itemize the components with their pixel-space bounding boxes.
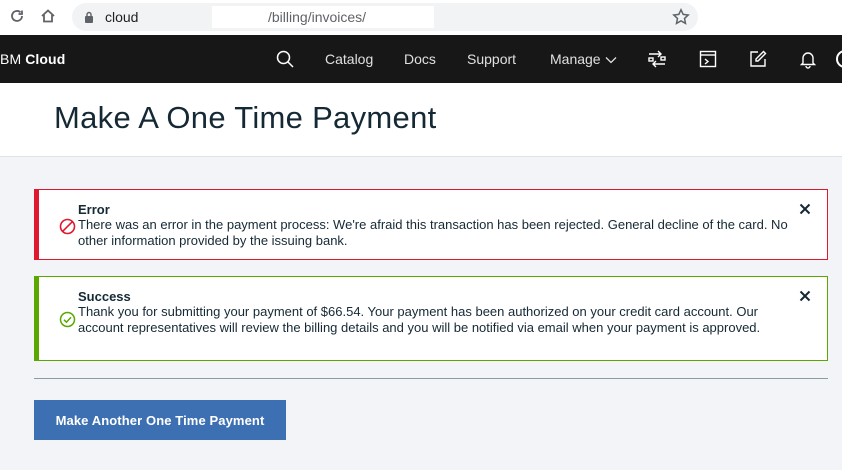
reload-icon[interactable] <box>6 5 28 27</box>
url-host: cloud <box>105 9 139 25</box>
brand-prefix: BM <box>0 51 26 67</box>
nav-support[interactable]: Support <box>467 51 516 67</box>
lock-icon <box>85 11 93 23</box>
error-circle-icon <box>59 218 76 235</box>
brand-logo[interactable]: BM Cloud <box>0 51 65 67</box>
url-path: /billing/invoices/ <box>268 9 367 25</box>
avatar-partial[interactable] <box>836 50 842 68</box>
error-notification: Error There was an error in the payment … <box>34 189 828 260</box>
switch-account-icon[interactable] <box>647 49 667 69</box>
brand-name: Cloud <box>25 51 66 67</box>
success-notification: Success Thank you for submitting your pa… <box>34 276 828 361</box>
terminal-icon[interactable] <box>698 49 718 69</box>
star-icon[interactable] <box>672 8 690 26</box>
chevron-down-icon <box>605 57 617 64</box>
close-icon[interactable] <box>799 290 811 302</box>
page-header: Make A One Time Payment <box>0 83 842 157</box>
app-header: BM Cloud Catalog Docs Support Manage <box>0 35 842 83</box>
success-title: Success <box>78 289 131 304</box>
nav-catalog[interactable]: Catalog <box>325 51 373 67</box>
home-icon[interactable] <box>37 5 59 27</box>
page-title: Make A One Time Payment <box>54 100 437 135</box>
edit-icon[interactable] <box>748 49 768 69</box>
checkmark-circle-icon <box>59 311 76 328</box>
error-title: Error <box>78 202 110 217</box>
close-icon[interactable] <box>799 203 811 215</box>
section-divider <box>34 378 828 379</box>
address-bar[interactable]: cloud /billing/invoices/ <box>72 3 698 31</box>
search-icon[interactable] <box>275 49 295 69</box>
notification-bell-icon[interactable] <box>798 49 818 69</box>
error-message: There was an error in the payment proces… <box>78 217 788 248</box>
nav-docs[interactable]: Docs <box>404 51 436 67</box>
success-message: Thank you for submitting your payment of… <box>78 304 761 335</box>
make-another-payment-button[interactable]: Make Another One Time Payment <box>34 400 286 440</box>
browser-toolbar: cloud /billing/invoices/ <box>0 0 842 35</box>
nav-manage-label: Manage <box>550 51 601 67</box>
nav-manage[interactable]: Manage <box>550 51 617 67</box>
